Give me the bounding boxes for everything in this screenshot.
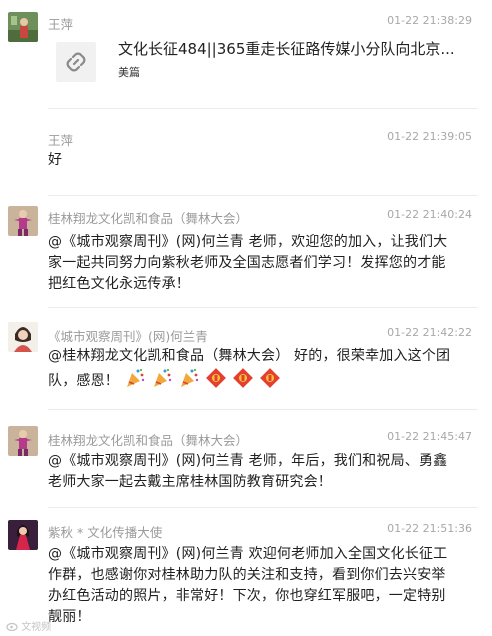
message-line: @《城市观察周刊》(网)何兰青 老师，年后，我们和祝局、勇鑫 bbox=[48, 453, 448, 469]
fu-blessing-icon bbox=[205, 367, 227, 396]
fu-blessing-icon bbox=[259, 367, 281, 396]
link-source: 美篇 bbox=[118, 66, 140, 79]
message-line: @《城市观察周刊》(网)何兰青 老师，欢迎您的加入，让我们大 bbox=[48, 234, 448, 250]
message-item: 王萍 01-22 21:39:05 好 bbox=[0, 110, 492, 196]
sender-name: 《城市观察周刊》(网)何兰青 bbox=[48, 329, 208, 344]
message-line: 家一起共同努力向紫秋老师及全国志愿者们学习！发挥您的才能 bbox=[48, 255, 446, 271]
watermark-text: 文视频 bbox=[21, 622, 52, 633]
message-line-text: 队，感恩！ bbox=[48, 373, 119, 389]
sender-name: 桂林翔龙文化凯和食品（舞林大会） bbox=[48, 211, 249, 226]
message-time: 01-22 21:40:24 bbox=[387, 208, 472, 221]
message-time: 01-22 21:39:05 bbox=[387, 130, 472, 143]
divider bbox=[48, 108, 478, 109]
message-line: 把红色文化永远传承！ bbox=[48, 276, 190, 292]
link-icon bbox=[66, 52, 86, 72]
message-text: @《城市观察周刊》(网)何兰青 欢迎何老师加入全国文化长征工 作群，也感谢你对桂… bbox=[48, 544, 474, 628]
message-item: 紫秋 * 文化传播大使 01-22 21:51:36 @《城市观察周刊》(网)何… bbox=[0, 508, 492, 636]
link-title[interactable]: 文化长征484||365重走长征路传媒小分队向北京... bbox=[118, 38, 470, 59]
message-time: 01-22 21:45:47 bbox=[387, 430, 472, 443]
message-text: @《城市观察周刊》(网)何兰青 老师，年后，我们和祝局、勇鑫 老师大家一起去戴主… bbox=[48, 451, 474, 493]
message-item: 王萍 01-22 21:38:29 文化长征484||365重走长征路传媒小分队… bbox=[0, 0, 492, 110]
message-line: 作群，也感谢你对桂林助力队的关注和支持，看到你们去兴安举 bbox=[48, 567, 446, 583]
message-text: @《城市观察周刊》(网)何兰青 老师，欢迎您的加入，让我们大 家一起共同努力向紫… bbox=[48, 232, 474, 295]
sender-name: 紫秋 * 文化传播大使 bbox=[48, 525, 163, 540]
message-time: 01-22 21:51:36 bbox=[387, 522, 472, 535]
message-line: 办红色活动的照片，非常好！下次，你也穿红军服吧，一定特别 bbox=[48, 588, 446, 604]
message-line: @桂林翔龙文化凯和食品（舞林大会） 好的，很荣幸加入这个团 bbox=[48, 348, 451, 364]
avatar[interactable] bbox=[8, 520, 38, 550]
message-line: @《城市观察周刊》(网)何兰青 欢迎何老师加入全国文化长征工 bbox=[48, 546, 448, 562]
party-popper-icon bbox=[178, 367, 200, 396]
link-card[interactable]: 文化长征484||365重走长征路传媒小分队向北京... 美篇 bbox=[56, 38, 476, 86]
message-line: 靓丽！ bbox=[48, 609, 91, 625]
avatar[interactable] bbox=[8, 426, 38, 456]
message-time: 01-22 21:38:29 bbox=[387, 14, 472, 27]
weibo-logo-icon bbox=[6, 622, 18, 632]
party-popper-icon bbox=[151, 367, 173, 396]
sender-name: 王萍 bbox=[48, 17, 74, 32]
avatar[interactable] bbox=[8, 12, 38, 42]
message-item: 《城市观察周刊》(网)何兰青 01-22 21:42:22 @桂林翔龙文化凯和食… bbox=[0, 308, 492, 410]
message-text: 好 bbox=[48, 152, 63, 168]
fu-blessing-icon bbox=[232, 367, 254, 396]
sender-name: 王萍 bbox=[48, 133, 74, 148]
watermark: 文视频 bbox=[6, 618, 51, 633]
message-time: 01-22 21:42:22 bbox=[387, 326, 472, 339]
message-text: @桂林翔龙文化凯和食品（舞林大会） 好的，很荣幸加入这个团 队，感恩！ bbox=[48, 346, 474, 396]
message-item: 桂林翔龙文化凯和食品（舞林大会） 01-22 21:45:47 @《城市观察周刊… bbox=[0, 410, 492, 508]
avatar[interactable] bbox=[8, 206, 38, 236]
party-popper-icon bbox=[124, 367, 146, 396]
link-thumbnail bbox=[56, 42, 96, 82]
sender-name: 桂林翔龙文化凯和食品（舞林大会） bbox=[48, 433, 249, 448]
avatar[interactable] bbox=[8, 322, 38, 352]
message-line: 老师大家一起去戴主席桂林国防教育研究会！ bbox=[48, 474, 332, 490]
message-item: 桂林翔龙文化凯和食品（舞林大会） 01-22 21:40:24 @《城市观察周刊… bbox=[0, 196, 492, 308]
message-line: 队，感恩！ bbox=[48, 367, 474, 396]
